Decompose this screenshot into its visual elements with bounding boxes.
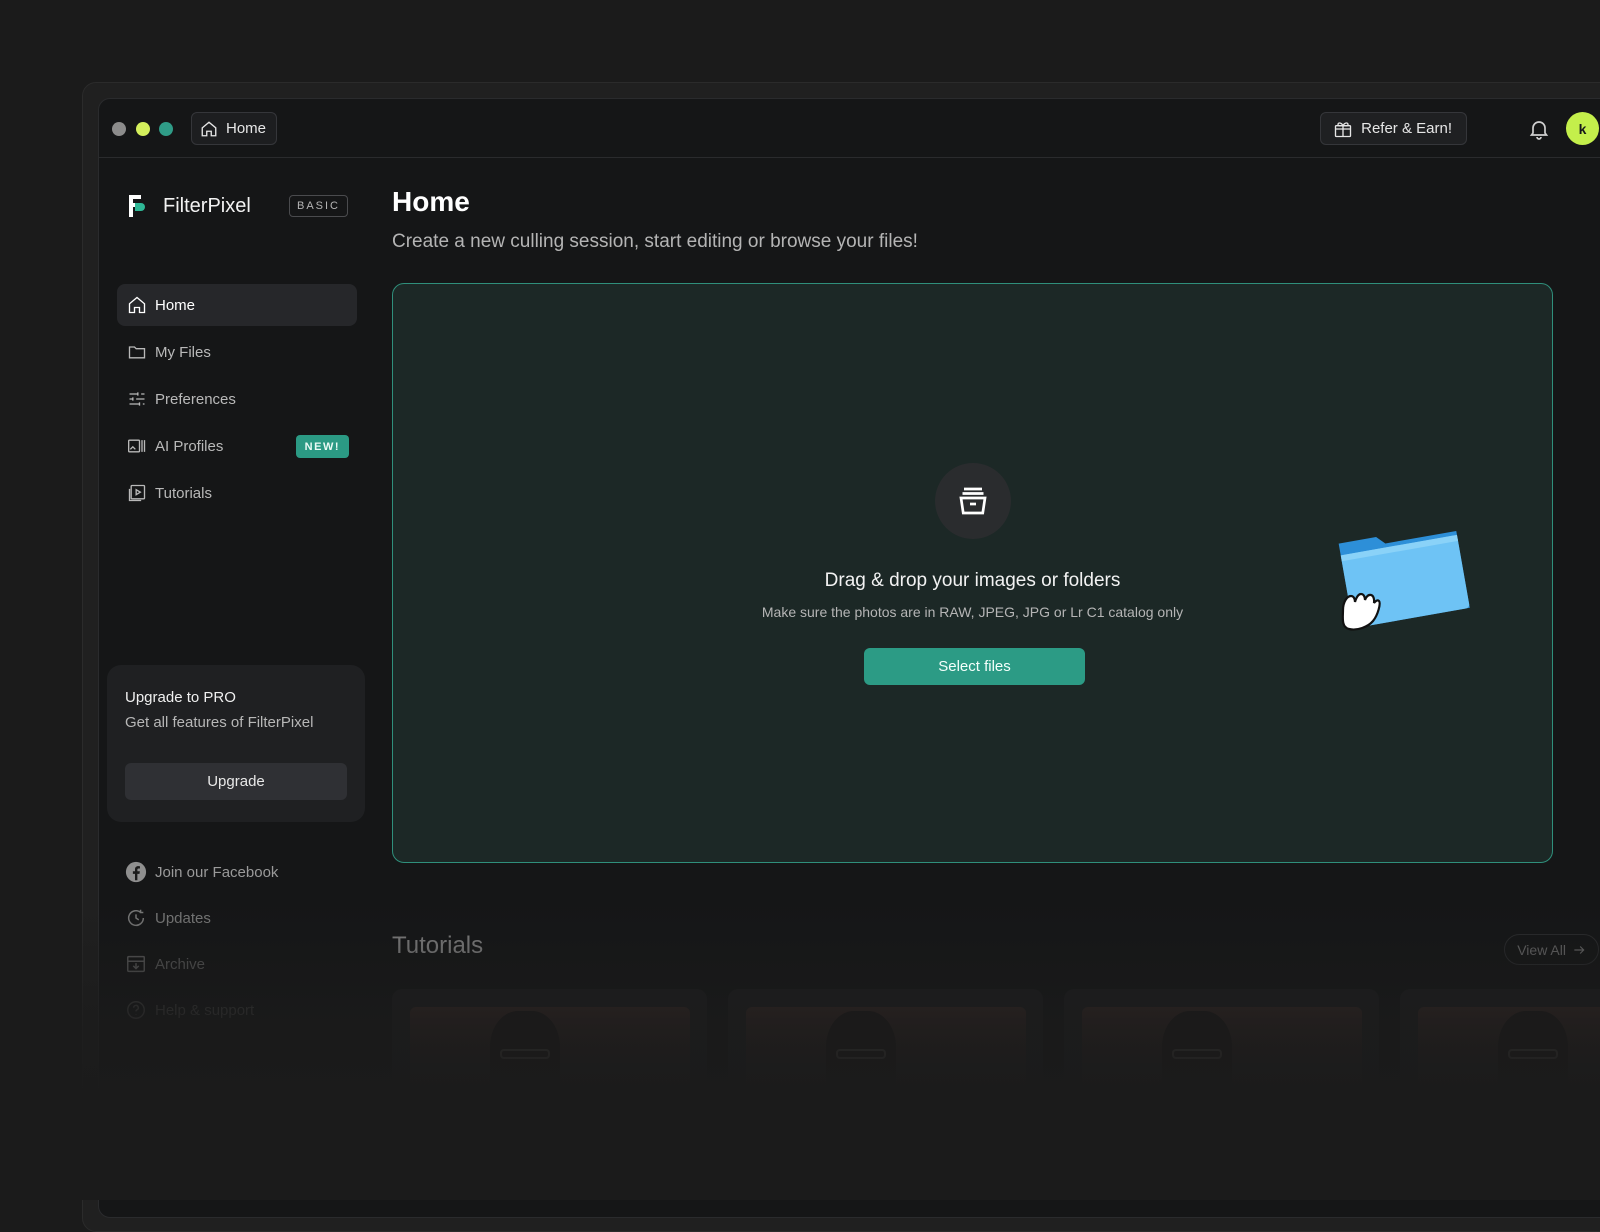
sidebar-item-label: Help & support [155, 1002, 254, 1019]
help-icon [125, 999, 147, 1021]
ai-profiles-icon [127, 436, 147, 456]
sidebar-item-help[interactable]: Help & support [125, 987, 365, 1033]
notification-bell-icon[interactable] [1527, 117, 1551, 141]
play-video-icon [127, 483, 147, 503]
sidebar-item-label: Join our Facebook [155, 864, 278, 881]
plan-badge: BASIC [289, 195, 348, 217]
folder-drag-illustration [1333, 504, 1483, 644]
tutorial-card[interactable] [392, 989, 707, 1099]
sidebar: FilterPixel BASIC Home My Files Preferen… [99, 159, 379, 1217]
tutorial-thumbnail [1082, 1007, 1362, 1099]
sidebar-item-label: Preferences [155, 391, 236, 408]
window-close-button[interactable] [112, 122, 126, 136]
page-title: Home [392, 186, 470, 218]
app-name: FilterPixel [163, 195, 251, 218]
gift-icon [1333, 119, 1353, 139]
view-all-label: View All [1517, 942, 1566, 958]
view-all-button[interactable]: View All [1504, 934, 1599, 965]
upgrade-subtitle: Get all features of FilterPixel [125, 714, 347, 731]
sidebar-item-label: AI Profiles [155, 438, 223, 455]
facebook-icon [125, 861, 147, 883]
sidebar-nav: Home My Files Preferences AI Profiles NE… [117, 284, 357, 519]
tutorial-thumbnail [1418, 1007, 1600, 1099]
page-subtitle: Create a new culling session, start edit… [392, 231, 918, 253]
home-icon [127, 295, 147, 315]
tutorial-thumbnail [410, 1007, 690, 1099]
app-window: Home Refer & Earn! k FilterPixel BASIC H… [98, 98, 1600, 1218]
tab-home[interactable]: Home [191, 112, 277, 145]
select-files-button[interactable]: Select files [864, 648, 1085, 685]
sidebar-item-my-files[interactable]: My Files [117, 331, 357, 373]
new-badge: NEW! [296, 435, 349, 458]
refer-earn-label: Refer & Earn! [1361, 120, 1452, 137]
sliders-icon [127, 389, 147, 409]
upload-archive-icon [935, 463, 1011, 539]
sidebar-item-tutorials[interactable]: Tutorials [117, 472, 357, 514]
sidebar-footer: Join our Facebook Updates Archive Help &… [125, 849, 365, 1033]
sidebar-item-label: Tutorials [155, 485, 212, 502]
main-content: Home Create a new culling session, start… [392, 159, 1600, 1217]
arrow-right-icon [1572, 943, 1586, 957]
title-bar: Home Refer & Earn! k [99, 99, 1600, 158]
sidebar-item-updates[interactable]: Updates [125, 895, 365, 941]
avatar-initial: k [1579, 121, 1587, 137]
archive-icon [125, 953, 147, 975]
tutorials-heading: Tutorials [392, 932, 483, 960]
upgrade-card: Upgrade to PRO Get all features of Filte… [107, 665, 365, 822]
sidebar-item-archive[interactable]: Archive [125, 941, 365, 987]
sidebar-item-ai-profiles[interactable]: AI Profiles NEW! [117, 425, 357, 467]
updates-icon [125, 907, 147, 929]
sidebar-item-preferences[interactable]: Preferences [117, 378, 357, 420]
window-maximize-button[interactable] [159, 122, 173, 136]
sidebar-item-label: Archive [155, 956, 205, 973]
app-logo[interactable]: FilterPixel [127, 193, 251, 219]
tutorial-thumbnail [746, 1007, 1026, 1099]
user-avatar[interactable]: k [1566, 112, 1599, 145]
sidebar-item-label: Updates [155, 910, 211, 927]
tutorial-card[interactable] [728, 989, 1043, 1099]
refer-earn-button[interactable]: Refer & Earn! [1320, 112, 1467, 145]
home-icon [200, 120, 218, 138]
tutorial-card[interactable] [1064, 989, 1379, 1099]
file-dropzone[interactable]: Drag & drop your images or folders Make … [392, 283, 1553, 863]
filterpixel-logo-icon [127, 193, 147, 219]
sidebar-item-facebook[interactable]: Join our Facebook [125, 849, 365, 895]
folder-icon [127, 342, 147, 362]
sidebar-item-label: My Files [155, 344, 211, 361]
upgrade-title: Upgrade to PRO [125, 689, 347, 706]
tutorial-card[interactable] [1400, 989, 1600, 1099]
tab-home-label: Home [226, 120, 266, 137]
sidebar-item-home[interactable]: Home [117, 284, 357, 326]
window-minimize-button[interactable] [136, 122, 150, 136]
sidebar-item-label: Home [155, 297, 195, 314]
upgrade-button[interactable]: Upgrade [125, 763, 347, 800]
